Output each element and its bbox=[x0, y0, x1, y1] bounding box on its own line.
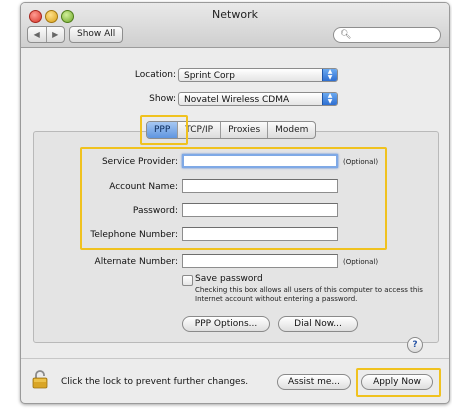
forward-arrow-icon[interactable]: ▶ bbox=[45, 27, 65, 42]
alternate-number-optional-note: (Optional) bbox=[343, 258, 379, 266]
tab-bar: PPP TCP/IP Proxies Modem bbox=[146, 121, 317, 139]
service-provider-optional-note: (Optional) bbox=[343, 158, 379, 166]
show-all-button[interactable]: Show All bbox=[69, 26, 124, 43]
popup-arrows-icon: ▲ ▼ bbox=[322, 93, 337, 105]
lock-icon[interactable] bbox=[32, 369, 48, 389]
ppp-options-button[interactable]: PPP Options... bbox=[182, 316, 270, 332]
telephone-number-field[interactable] bbox=[182, 227, 338, 241]
lock-text: Click the lock to prevent further change… bbox=[61, 377, 249, 387]
search-field[interactable]: 🔍︎ bbox=[333, 27, 441, 43]
location-label: Location: bbox=[134, 70, 176, 80]
tab-tcpip[interactable]: TCP/IP bbox=[177, 122, 220, 138]
network-window: Network ◀ ▶ Show All 🔍︎ Location: Sprint… bbox=[20, 2, 450, 404]
save-password-checkbox[interactable] bbox=[182, 275, 193, 286]
show-label: Show: bbox=[149, 94, 176, 104]
tab-modem[interactable]: Modem bbox=[267, 122, 315, 138]
alternate-number-label: Alternate Number: bbox=[94, 257, 178, 267]
assist-me-button[interactable]: Assist me... bbox=[277, 374, 351, 390]
help-icon[interactable]: ? bbox=[407, 337, 423, 353]
search-icon: 🔍︎ bbox=[340, 30, 352, 40]
location-popup[interactable]: Sprint Corp ▲ ▼ bbox=[178, 68, 338, 82]
back-forward-control: ◀ ▶ bbox=[27, 26, 65, 43]
account-name-label: Account Name: bbox=[109, 182, 178, 192]
popup-arrows-icon: ▲ ▼ bbox=[322, 69, 337, 81]
service-provider-label: Service Provider: bbox=[101, 157, 178, 167]
dial-now-button[interactable]: Dial Now... bbox=[278, 316, 358, 332]
show-popup[interactable]: Novatel Wireless CDMA ▲ ▼ bbox=[178, 92, 338, 106]
password-label: Password: bbox=[132, 206, 178, 216]
location-value: Sprint Corp bbox=[184, 71, 235, 81]
telephone-number-label: Telephone Number: bbox=[90, 230, 178, 240]
service-provider-field[interactable] bbox=[182, 154, 338, 168]
window-title: Network bbox=[212, 8, 258, 21]
title-bar: Network ◀ ▶ Show All 🔍︎ bbox=[21, 3, 449, 48]
alternate-number-field[interactable] bbox=[182, 254, 338, 268]
tab-ppp[interactable]: PPP bbox=[147, 122, 178, 138]
apply-now-button[interactable]: Apply Now bbox=[361, 374, 433, 390]
show-value: Novatel Wireless CDMA bbox=[184, 95, 290, 105]
save-password-help-text: Checking this box allows all users of th… bbox=[195, 286, 423, 303]
back-arrow-icon[interactable]: ◀ bbox=[28, 27, 46, 42]
password-field[interactable] bbox=[182, 203, 338, 217]
account-name-field[interactable] bbox=[182, 179, 338, 193]
footer-divider bbox=[21, 358, 449, 359]
save-password-label: Save password bbox=[195, 274, 263, 284]
tab-proxies[interactable]: Proxies bbox=[220, 122, 267, 138]
